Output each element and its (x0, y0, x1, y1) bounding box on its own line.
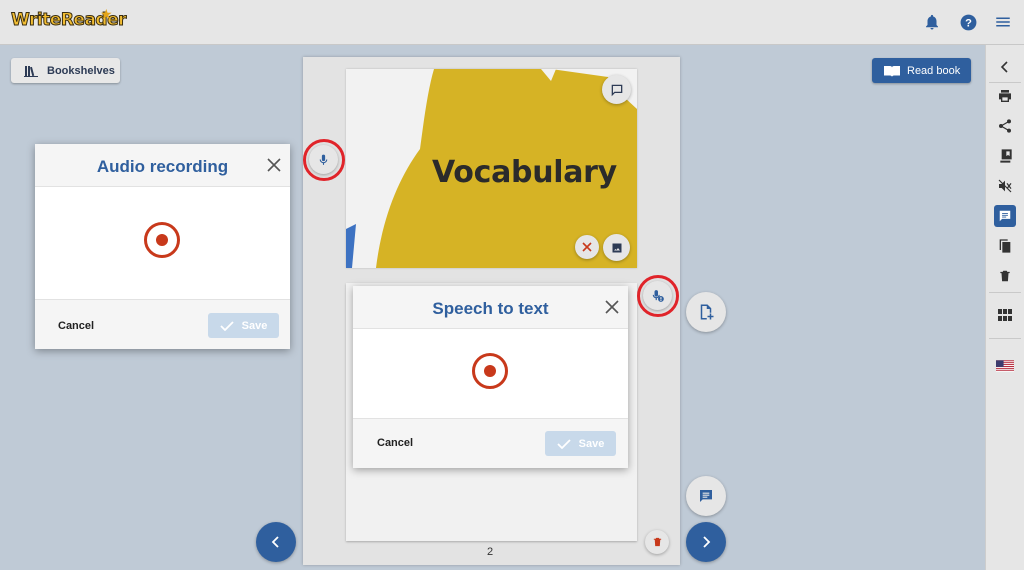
print-icon[interactable] (994, 85, 1016, 107)
open-book-icon (884, 65, 900, 77)
check-icon (220, 320, 234, 331)
grid-icon[interactable] (994, 304, 1016, 326)
cancel-button[interactable]: Cancel (58, 320, 94, 332)
dialog-footer: Cancel Save (353, 418, 628, 468)
language-flag-icon[interactable] (994, 355, 1016, 377)
app-header: WriteReader ★ ? (0, 0, 1024, 45)
mute-icon[interactable] (994, 175, 1016, 197)
dialog-header: Speech to text (353, 286, 628, 329)
record-dot-icon (484, 365, 496, 377)
comment-icon (700, 490, 712, 502)
save-button[interactable]: Save (208, 313, 279, 338)
toolbar-divider (989, 82, 1021, 83)
delete-icon[interactable] (994, 265, 1016, 287)
read-book-button[interactable]: Read book (872, 58, 971, 83)
save-label: Save (578, 437, 605, 450)
save-label: Save (241, 319, 268, 332)
cover-title: Vocabulary (432, 155, 617, 190)
bookshelves-label: Bookshelves (47, 64, 115, 77)
close-icon (582, 242, 592, 252)
close-icon[interactable] (266, 157, 282, 173)
dialog-header: Audio recording (35, 144, 290, 187)
bell-icon[interactable] (922, 12, 942, 32)
library-icon[interactable] (994, 145, 1016, 167)
speech-to-text-dialog: Speech to text Cancel Save (353, 286, 628, 468)
toolbar-divider (989, 338, 1021, 339)
record-button[interactable] (472, 353, 508, 389)
next-page-button[interactable] (686, 522, 726, 562)
page-number: 2 (486, 546, 494, 558)
logo-star-icon: ★ (100, 6, 113, 22)
comment-icon[interactable] (994, 205, 1016, 227)
dialog-title: Audio recording (96, 157, 229, 176)
read-book-label: Read book (907, 64, 961, 77)
help-icon[interactable]: ? (958, 12, 978, 32)
menu-icon[interactable] (993, 12, 1013, 32)
bookshelves-icon (24, 65, 38, 77)
add-page-button[interactable] (686, 292, 726, 332)
page-comment-button[interactable] (686, 476, 726, 516)
delete-page-button[interactable] (645, 530, 669, 554)
check-icon (557, 438, 571, 449)
audio-recording-dialog: Audio recording Cancel Save (35, 144, 290, 349)
previous-page-button[interactable] (256, 522, 296, 562)
bookshelves-button[interactable]: Bookshelves (11, 58, 120, 83)
audio-button-highlight (303, 139, 345, 181)
save-button[interactable]: Save (545, 431, 616, 456)
close-icon[interactable] (604, 299, 620, 315)
cancel-button[interactable]: Cancel (377, 437, 413, 449)
add-comment-button[interactable] (602, 75, 631, 104)
copy-icon[interactable] (994, 235, 1016, 257)
trash-icon (653, 537, 661, 547)
comment-outline-icon (611, 84, 622, 96)
collapse-icon[interactable] (994, 56, 1016, 78)
record-dot-icon (156, 234, 168, 246)
toolbar-divider (989, 292, 1021, 293)
chevron-right-icon (703, 536, 711, 548)
chevron-left-icon (271, 536, 279, 548)
remove-image-button[interactable] (575, 235, 599, 259)
speech-button-highlight (637, 275, 679, 317)
record-button[interactable] (144, 222, 180, 258)
dialog-title: Speech to text (432, 299, 549, 318)
image-icon (612, 243, 621, 252)
svg-text:?: ? (965, 17, 972, 29)
dialog-footer: Cancel Save (35, 299, 290, 349)
add-page-icon (700, 304, 714, 320)
change-image-button[interactable] (603, 234, 630, 261)
share-icon[interactable] (994, 115, 1016, 137)
